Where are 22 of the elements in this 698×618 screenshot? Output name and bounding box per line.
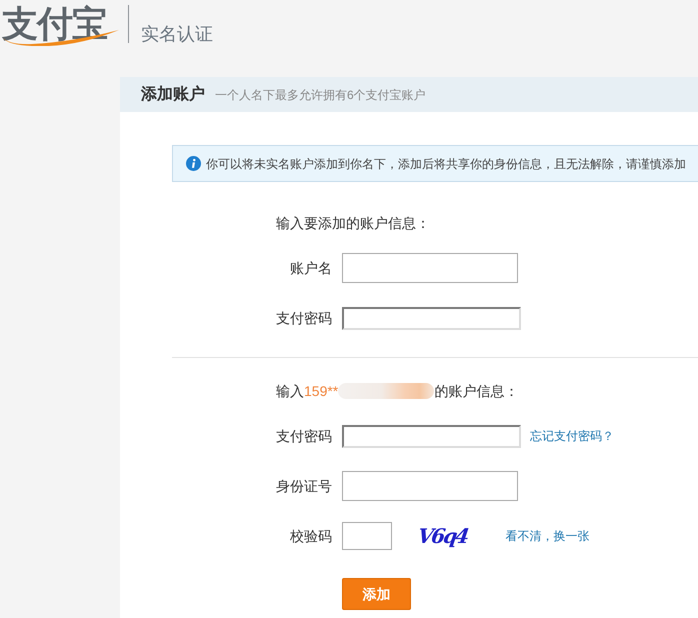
field-label: 支付密码 <box>276 426 332 446</box>
info-icon <box>186 156 201 171</box>
add-button[interactable]: 添加 <box>342 578 411 610</box>
section-heading: 输入159** <box>276 382 338 401</box>
field-label: 校验码 <box>289 526 332 546</box>
panel-subtitle: 一个人名下最多允许拥有6个支付宝账户 <box>215 86 426 104</box>
password-input[interactable] <box>342 306 521 330</box>
captcha-image[interactable]: V6q4 <box>416 522 470 550</box>
section-heading: 的账户信息： <box>434 382 518 401</box>
text-input[interactable] <box>342 253 518 283</box>
field-label: 支付密码 <box>276 308 332 328</box>
text-link[interactable]: 看不清，换一张 <box>505 527 590 545</box>
text-link[interactable]: 忘记支付密码？ <box>530 427 614 445</box>
password-input[interactable] <box>342 424 521 448</box>
field-label: 账户名 <box>289 258 332 278</box>
page-title: 实名认证 <box>141 23 213 46</box>
text-input[interactable] <box>342 471 518 501</box>
field-label: 身份证号 <box>276 476 332 496</box>
panel-title: 添加账户 <box>141 84 205 104</box>
notice-text: 你可以将未实名账户添加到你名下，添加后将共享你的身份信息，且无法解除，请谨慎添加 <box>206 156 686 172</box>
captcha-input[interactable] <box>342 522 392 550</box>
section-heading: 输入要添加的账户信息： <box>276 214 430 233</box>
